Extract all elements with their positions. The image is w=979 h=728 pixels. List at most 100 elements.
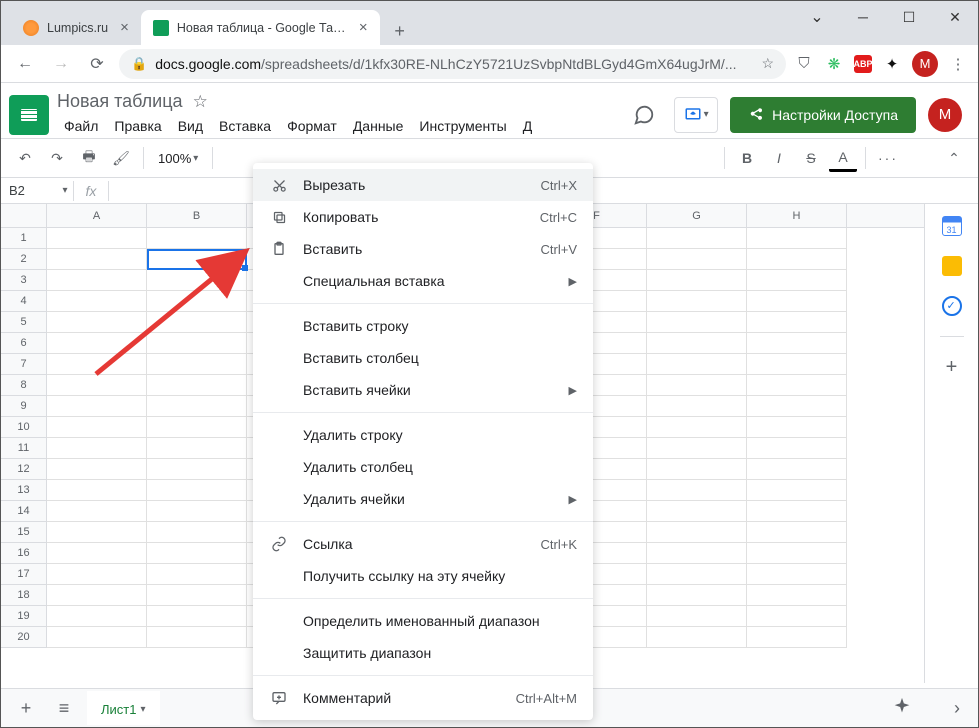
row-header[interactable]: 5 <box>1 312 47 333</box>
profile-avatar[interactable]: M <box>912 51 938 77</box>
cell[interactable] <box>647 270 747 291</box>
cell[interactable] <box>747 249 847 270</box>
cell[interactable] <box>47 333 147 354</box>
cell[interactable] <box>747 354 847 375</box>
evernote-icon[interactable]: ❋ <box>824 54 844 74</box>
cell[interactable] <box>147 354 247 375</box>
menu-tools[interactable]: Инструменты <box>412 114 513 138</box>
cell[interactable] <box>647 459 747 480</box>
cell[interactable] <box>47 291 147 312</box>
cell[interactable] <box>647 438 747 459</box>
cell[interactable] <box>47 438 147 459</box>
paint-format-button[interactable]: 🖌 <box>107 144 135 172</box>
privacy-icon[interactable]: ⛉ <box>794 54 814 74</box>
cell[interactable] <box>647 375 747 396</box>
present-button[interactable]: ▾ <box>674 97 718 133</box>
row-header[interactable]: 12 <box>1 459 47 480</box>
cell[interactable] <box>647 480 747 501</box>
collapse-toolbar-icon[interactable]: ⌃ <box>940 144 968 172</box>
context-menu-item[interactable]: ВырезатьCtrl+X <box>253 169 593 201</box>
row-header[interactable]: 9 <box>1 396 47 417</box>
new-tab-button[interactable]: + <box>386 17 414 45</box>
cell[interactable] <box>47 501 147 522</box>
row-header[interactable]: 4 <box>1 291 47 312</box>
address-bar[interactable]: 🔒 docs.google.com/spreadsheets/d/1kfx30R… <box>119 49 786 79</box>
forward-button[interactable]: → <box>47 50 75 78</box>
row-header[interactable]: 16 <box>1 543 47 564</box>
cell[interactable] <box>147 501 247 522</box>
cell[interactable] <box>147 627 247 648</box>
context-menu-item[interactable]: Вставить ячейки▶ <box>253 374 593 406</box>
cell[interactable] <box>647 522 747 543</box>
cell[interactable] <box>647 501 747 522</box>
minimize-button[interactable]: ─ <box>840 1 886 33</box>
context-menu-item[interactable]: Определить именованный диапазон <box>253 605 593 637</box>
star-icon[interactable]: ☆ <box>193 92 208 112</box>
cell[interactable] <box>647 627 747 648</box>
cell[interactable] <box>47 459 147 480</box>
explore-button[interactable] <box>886 691 918 723</box>
extensions-icon[interactable]: ✦ <box>882 54 902 74</box>
cell[interactable] <box>747 312 847 333</box>
cell[interactable] <box>147 417 247 438</box>
cell[interactable] <box>747 480 847 501</box>
row-header[interactable]: 7 <box>1 354 47 375</box>
comments-icon[interactable] <box>626 97 662 133</box>
redo-button[interactable]: ↷ <box>43 144 71 172</box>
cell[interactable] <box>747 585 847 606</box>
share-button[interactable]: Настройки Доступа <box>730 97 916 133</box>
name-box[interactable]: B2 <box>1 183 57 198</box>
row-header[interactable]: 14 <box>1 501 47 522</box>
row-header[interactable]: 11 <box>1 438 47 459</box>
menu-edit[interactable]: Правка <box>107 114 168 138</box>
row-header[interactable]: 17 <box>1 564 47 585</box>
chevron-down-icon[interactable]: ⌄ <box>794 1 840 33</box>
cell[interactable] <box>147 564 247 585</box>
cell[interactable] <box>47 396 147 417</box>
text-color-button[interactable]: A <box>829 144 857 172</box>
name-dropdown-icon[interactable]: ▾ <box>57 185 73 196</box>
context-menu-item[interactable]: КомментарийCtrl+Alt+M <box>253 682 593 714</box>
cell[interactable] <box>647 312 747 333</box>
strike-button[interactable]: S <box>797 144 825 172</box>
cell[interactable] <box>647 417 747 438</box>
cell[interactable] <box>147 585 247 606</box>
context-menu-item[interactable]: Защитить диапазон <box>253 637 593 669</box>
cell[interactable] <box>747 543 847 564</box>
cell[interactable] <box>747 606 847 627</box>
cell[interactable] <box>147 438 247 459</box>
context-menu-item[interactable]: Вставить строку <box>253 310 593 342</box>
cell[interactable] <box>647 585 747 606</box>
cell[interactable] <box>47 312 147 333</box>
cell[interactable] <box>147 480 247 501</box>
context-menu-item[interactable]: СсылкаCtrl+K <box>253 528 593 560</box>
cell[interactable] <box>747 270 847 291</box>
cell[interactable] <box>647 333 747 354</box>
cell[interactable] <box>647 543 747 564</box>
cell[interactable] <box>747 459 847 480</box>
cell[interactable] <box>147 543 247 564</box>
row-header[interactable]: 18 <box>1 585 47 606</box>
cell[interactable] <box>747 375 847 396</box>
context-menu-item[interactable]: Специальная вставка▶ <box>253 265 593 297</box>
row-header[interactable]: 3 <box>1 270 47 291</box>
cell[interactable] <box>147 291 247 312</box>
menu-file[interactable]: Файл <box>57 114 105 138</box>
context-menu-item[interactable]: Удалить столбец <box>253 451 593 483</box>
cell[interactable] <box>147 270 247 291</box>
sheet-tab[interactable]: Лист1 ▾ <box>87 691 160 725</box>
cell[interactable] <box>747 396 847 417</box>
cell[interactable] <box>147 396 247 417</box>
row-header[interactable]: 2 <box>1 249 47 270</box>
cell[interactable] <box>47 480 147 501</box>
more-tools[interactable]: ··· <box>874 144 902 172</box>
cell[interactable] <box>647 564 747 585</box>
all-sheets-button[interactable]: ≡ <box>49 693 79 723</box>
reload-button[interactable]: ⟳ <box>83 50 111 78</box>
row-header[interactable]: 13 <box>1 480 47 501</box>
cell[interactable] <box>47 627 147 648</box>
close-icon[interactable]: × <box>120 19 129 36</box>
cell[interactable] <box>747 522 847 543</box>
cell[interactable] <box>47 564 147 585</box>
cell[interactable] <box>47 585 147 606</box>
